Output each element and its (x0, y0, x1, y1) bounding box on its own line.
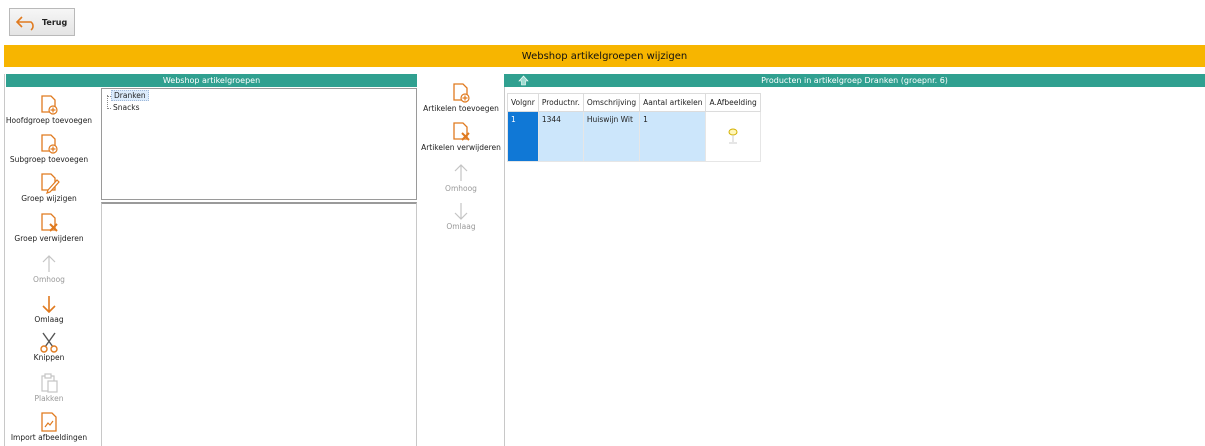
paste-button[interactable]: Plakken (0, 372, 98, 403)
arrow-up-icon (454, 164, 468, 181)
edit-document-icon (41, 173, 60, 194)
cell-afbeelding[interactable] (705, 111, 761, 162)
back-button[interactable]: Terug (9, 8, 75, 36)
delete-document-icon (41, 213, 58, 232)
group-tree[interactable]: Dranken Snacks (101, 88, 417, 200)
cell-productnr[interactable]: 1344 (537, 111, 584, 162)
collapse-up-icon[interactable] (518, 75, 529, 86)
products-header-label: Producten in artikelgroep Dranken (groep… (761, 76, 948, 85)
tool-label: Hoofdgroep toevoegen (5, 116, 93, 125)
arrow-down-icon (454, 203, 468, 220)
tool-label: Artikelen verwijderen (421, 143, 501, 152)
delete-document-icon (453, 122, 470, 141)
tool-label: Subgroep toevoegen (9, 155, 89, 164)
group-detail-panel (101, 202, 417, 446)
tree-item-snacks[interactable]: Snacks (111, 103, 141, 112)
cell-omschrijving[interactable]: Huiswijn Wit (582, 111, 641, 162)
tool-label: Groep verwijderen (14, 234, 84, 243)
article-move-down-button[interactable]: Omlaag (418, 200, 504, 231)
tool-label: Omlaag (34, 315, 64, 324)
move-down-button[interactable]: Omlaag (0, 293, 98, 324)
tool-label: Omhoog (445, 184, 477, 193)
back-arrow-icon (15, 16, 34, 31)
products-header: Producten in artikelgroep Dranken (groep… (504, 74, 1205, 87)
products-table: Volgnr Productnr. Omschrijving Aantal ar… (507, 93, 761, 162)
add-subgroup-button[interactable]: Subgroep toevoegen (0, 133, 98, 164)
wine-glass-icon (728, 128, 738, 143)
tool-label: Omlaag (446, 222, 476, 231)
import-images-button[interactable]: Import afbeeldingen (0, 411, 98, 442)
page-title: Webshop artikelgroepen wijzigen (4, 45, 1205, 67)
delete-group-button[interactable]: Groep verwijderen (0, 212, 98, 243)
products-panel: Volgnr Productnr. Omschrijving Aantal ar… (504, 87, 1205, 446)
tool-label: Omhoog (33, 275, 65, 284)
column-header-productnr[interactable]: Productnr. (537, 93, 584, 112)
arrow-down-icon (42, 296, 56, 314)
scissors-icon (40, 332, 58, 353)
tool-label: Groep wijzigen (21, 194, 77, 203)
edit-group-button[interactable]: Groep wijzigen (0, 172, 98, 203)
paste-icon (41, 373, 58, 393)
tool-label: Plakken (34, 394, 64, 403)
article-move-up-button[interactable]: Omhoog (418, 162, 504, 193)
tool-label: Knippen (33, 353, 65, 362)
groups-header: Webshop artikelgroepen (6, 74, 417, 87)
tree-line (107, 95, 108, 109)
remove-articles-button[interactable]: Artikelen verwijderen (418, 121, 504, 152)
image-document-icon (41, 412, 57, 432)
table-row[interactable]: 1 1344 Huiswijn Wit 1 (507, 111, 761, 162)
column-header-omschrijving[interactable]: Omschrijving (582, 93, 641, 112)
tool-label: Artikelen toevoegen (423, 104, 499, 113)
add-main-group-button[interactable]: Hoofdgroep toevoegen (0, 94, 98, 125)
move-up-button[interactable]: Omhoog (0, 253, 98, 284)
cell-volgnr[interactable]: 1 (507, 111, 539, 162)
arrow-up-icon (42, 255, 56, 272)
add-document-icon (41, 134, 58, 154)
column-header-volgnr[interactable]: Volgnr (507, 93, 539, 112)
column-header-afbeelding[interactable]: A.Afbeelding (705, 93, 761, 112)
cell-aantal[interactable]: 1 (639, 111, 707, 162)
back-button-label: Terug (42, 17, 68, 27)
tree-item-dranken[interactable]: Dranken (111, 90, 149, 101)
add-document-icon (453, 83, 470, 103)
add-articles-button[interactable]: Artikelen toevoegen (418, 82, 504, 113)
add-document-icon (41, 95, 58, 115)
cut-button[interactable]: Knippen (0, 331, 98, 362)
column-header-aantal[interactable]: Aantal artikelen (639, 93, 707, 112)
tool-label: Import afbeeldingen (10, 433, 88, 442)
